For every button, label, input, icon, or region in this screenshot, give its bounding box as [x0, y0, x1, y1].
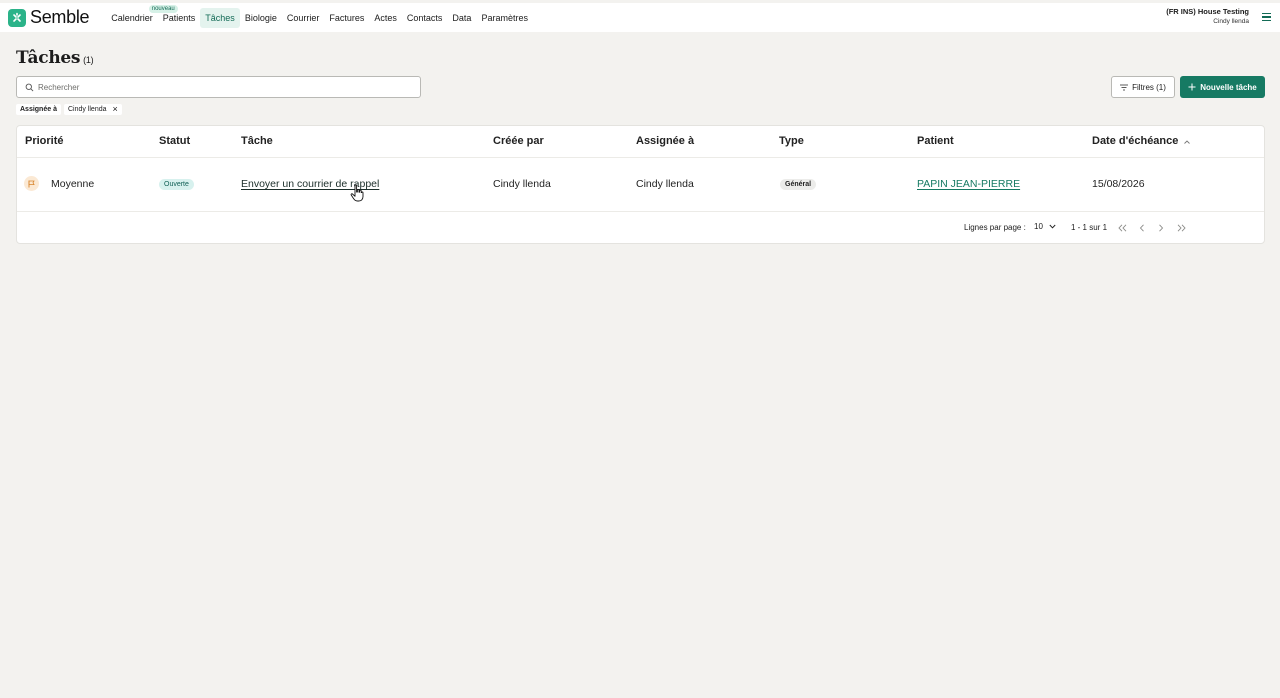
due-date-cell: 15/08/2026	[1092, 178, 1145, 190]
nav-item-label: Actes	[374, 12, 397, 23]
task-count: (1)	[83, 55, 94, 65]
filter-icon	[1120, 84, 1129, 90]
column-header-patient[interactable]: Patient	[917, 135, 954, 147]
nav-item-actes[interactable]: Actes	[369, 8, 402, 28]
chevron-down-icon	[1049, 224, 1056, 229]
semble-logo-icon	[8, 8, 26, 27]
tasks-table: Priorité Statut Tâche Créée par Assignée…	[16, 125, 1265, 244]
nav-item-courrier[interactable]: Courrier	[282, 8, 325, 28]
first-page-icon[interactable]	[1116, 223, 1128, 233]
nav-item-calendrier[interactable]: Calendrier nouveau	[106, 4, 178, 28]
priority-cell: Moyenne	[51, 178, 95, 190]
nav-item-taches[interactable]: Tâches	[200, 7, 240, 28]
sort-ascending-icon	[1184, 140, 1191, 144]
nav-item-contacts[interactable]: Contacts	[402, 8, 448, 28]
assigned-to-cell: Cindy llenda	[636, 178, 694, 190]
close-icon[interactable]: ×	[113, 105, 118, 114]
rows-per-page-label: Lignes par page :	[964, 223, 1026, 232]
nav-item-label: Calendrier	[111, 12, 153, 23]
search-input[interactable]	[38, 82, 398, 92]
previous-page-icon[interactable]	[1136, 223, 1148, 233]
nav-item-parametres[interactable]: Paramètres	[476, 8, 533, 28]
nav-item-label: Data	[452, 12, 472, 23]
nav-item-patients[interactable]: Patients	[158, 8, 201, 28]
search-icon	[25, 83, 34, 91]
column-header-date-echeance[interactable]: Date d'échéance	[1092, 135, 1191, 147]
nav-item-data[interactable]: Data	[447, 8, 476, 28]
active-filters: Assignée à Cindy llenda ×	[16, 104, 122, 115]
column-header-assignee-a[interactable]: Assignée à	[636, 135, 694, 147]
hand-cursor-icon	[350, 184, 364, 202]
column-header-type[interactable]: Type	[779, 135, 804, 147]
page-title: Tâches (1)	[16, 48, 94, 68]
column-header-statut[interactable]: Statut	[159, 135, 190, 147]
rows-per-page-value: 10	[1034, 222, 1043, 231]
plus-icon	[1188, 83, 1196, 91]
next-page-icon[interactable]	[1155, 223, 1167, 233]
column-header-creee-par[interactable]: Créée par	[493, 135, 544, 147]
pagination: Lignes par page : 10 1 - 1 sur 1	[964, 222, 1264, 235]
filter-chip-label: Assignée à	[16, 104, 61, 115]
nav-item-label: Courrier	[286, 12, 320, 23]
nav-item-label: Biologie	[244, 12, 277, 23]
main-nav: Calendrier nouveau Patients Tâches Biolo…	[106, 3, 533, 32]
new-task-button[interactable]: Nouvelle tâche	[1180, 76, 1265, 98]
nav-item-biologie[interactable]: Biologie	[240, 8, 282, 28]
account-org: (FR INS) House Testing	[1166, 7, 1249, 16]
flag-icon	[24, 176, 39, 191]
rows-per-page-select[interactable]: 10	[1034, 222, 1056, 231]
status-badge: Ouverte	[159, 179, 194, 190]
patient-cell: PAPIN JEAN-PIERRE	[917, 178, 1020, 190]
hamburger-icon[interactable]	[1262, 13, 1271, 21]
pagination-range: 1 - 1 sur 1	[1071, 223, 1108, 232]
row-divider	[17, 211, 1264, 212]
account-user: Cindy llenda	[1213, 18, 1249, 25]
app-name: Semble	[30, 7, 90, 27]
created-by-cell: Cindy llenda	[493, 178, 551, 190]
new-task-button-label: Nouvelle tâche	[1200, 82, 1257, 92]
filters-button[interactable]: Filtres (1)	[1111, 76, 1175, 98]
filter-chip: Cindy llenda ×	[63, 104, 122, 115]
top-bar: Semble Calendrier nouveau Patients Tâche…	[0, 3, 1280, 32]
filter-chip-value: Cindy llenda	[67, 106, 107, 113]
page-title-text: Tâches	[16, 48, 81, 68]
account-info[interactable]: (FR INS) House Testing Cindy llenda	[1166, 7, 1249, 25]
patient-link[interactable]: PAPIN JEAN-PIERRE	[917, 178, 1020, 190]
app-logo[interactable]: Semble	[8, 7, 90, 28]
nav-item-label: Paramètres	[481, 12, 528, 23]
last-page-icon[interactable]	[1175, 223, 1187, 233]
nav-item-label: Patients	[162, 12, 196, 23]
nav-item-label: Factures	[329, 12, 365, 23]
column-header-label: Date d'échéance	[1092, 135, 1179, 147]
column-header-priorite[interactable]: Priorité	[25, 135, 64, 147]
search-box	[16, 76, 421, 98]
nav-item-label: Contacts	[406, 12, 443, 23]
header-divider	[17, 157, 1264, 158]
nav-item-label: Tâches	[205, 12, 235, 23]
type-badge: Général	[780, 179, 817, 190]
column-header-tache[interactable]: Tâche	[241, 135, 273, 147]
nav-item-factures[interactable]: Factures	[324, 8, 369, 28]
filters-button-label: Filtres (1)	[1132, 82, 1166, 92]
